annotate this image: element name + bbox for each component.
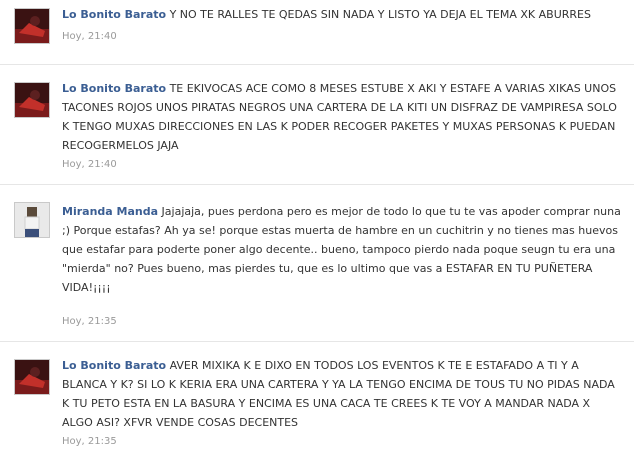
- comment-item: Lo Bonito Barato TE EKIVOCAS ACE COMO 8 …: [0, 65, 634, 183]
- timestamp: Hoy, 21:35: [62, 436, 117, 447]
- timestamp: Hoy, 21:40: [62, 159, 117, 170]
- author-link[interactable]: Miranda Manda: [62, 205, 158, 218]
- comment-text: Jajajaja, pues perdona pero es mejor de …: [62, 205, 621, 294]
- comment-item: Miranda Manda Jajajaja, pues perdona per…: [0, 185, 634, 340]
- comment-text: Y NO TE RALLES TE QEDAS SIN NADA Y LISTO…: [169, 8, 591, 21]
- comment-item: Lo Bonito Barato AVER MIXIKA K E DIXO EN…: [0, 342, 634, 458]
- comment-item: Lo Bonito Barato Y NO TE RALLES TE QEDAS…: [0, 0, 634, 64]
- avatar[interactable]: [14, 82, 50, 118]
- author-link[interactable]: Lo Bonito Barato: [62, 82, 166, 95]
- timestamp: Hoy, 21:35: [62, 316, 117, 327]
- avatar[interactable]: [14, 359, 50, 395]
- timestamp: Hoy, 21:40: [62, 31, 117, 42]
- avatar[interactable]: [14, 8, 50, 44]
- avatar[interactable]: [14, 202, 50, 238]
- author-link[interactable]: Lo Bonito Barato: [62, 359, 166, 372]
- author-link[interactable]: Lo Bonito Barato: [62, 8, 166, 21]
